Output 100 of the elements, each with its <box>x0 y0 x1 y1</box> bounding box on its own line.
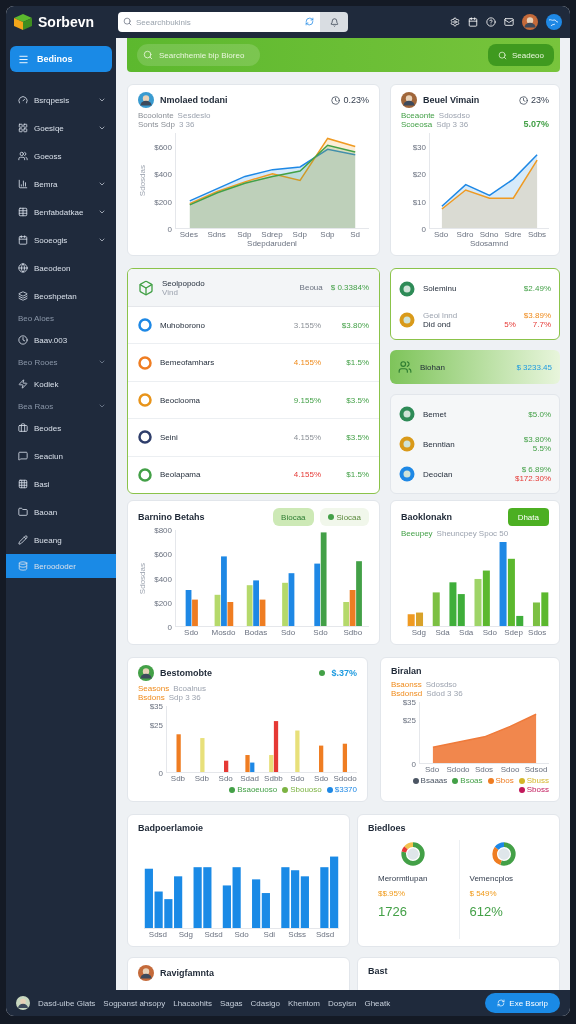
legend-key: Seasons <box>138 684 170 693</box>
legend-key: Sonts Sdp <box>138 120 175 129</box>
menu-button[interactable]: Bedinos <box>10 46 112 72</box>
sidebar-item[interactable]: Baav.003 <box>6 326 116 354</box>
legend-text: Sbos <box>495 776 514 785</box>
stat-value: $ 6.89% <box>521 465 551 474</box>
sidebar-item[interactable]: Kodiek <box>6 370 116 398</box>
banner-pill: Searchhemie bip Bioreo <box>137 44 261 66</box>
sidebar-label: Beroododer <box>34 561 77 571</box>
stat-value: 5.5% <box>532 444 551 453</box>
legend-key: Bceaonte <box>401 111 435 120</box>
ring-icon <box>138 430 152 445</box>
axis-label: $35 <box>402 697 416 707</box>
sidebar-item[interactable]: Bemra <box>6 170 116 198</box>
card-title: Baoklonakn <box>401 511 453 523</box>
table-icon <box>18 207 28 217</box>
axis-label: Sdsd <box>147 930 169 939</box>
sidebar-item[interactable]: Seaciun <box>6 442 116 470</box>
sidebar-item[interactable]: Bsrqpesis <box>6 86 116 114</box>
axis-label: Bodas <box>243 628 269 637</box>
row-value: $1.5% <box>345 358 369 368</box>
axis-label: 0 <box>158 768 163 778</box>
calendar-icon[interactable] <box>468 17 478 27</box>
bar <box>295 730 300 772</box>
highlight-bar[interactable]: Biohan $ 3233.45 <box>390 350 560 384</box>
row-name: Beoclooma <box>160 395 202 405</box>
axis-label: Sdo <box>312 628 329 637</box>
sidebar-label: Goeoss <box>34 151 63 161</box>
axis-label: Sdb <box>193 774 210 783</box>
axis-label: Sdi <box>262 930 277 939</box>
bar <box>203 867 212 928</box>
sidebar-item[interactable]: Baeodeon <box>6 254 116 282</box>
ring-icon <box>138 318 152 333</box>
stat-value: $2.49% <box>523 284 551 293</box>
sidebar-item[interactable]: Beoshpetan <box>6 282 116 310</box>
axis-label: $25 <box>149 720 163 730</box>
axis-label: 0 <box>167 224 172 234</box>
axis-label: $800 <box>154 525 172 535</box>
footer-link[interactable]: Khentom <box>287 998 320 1008</box>
list-row[interactable]: Beoclooma 9.155% $3.5% <box>128 381 379 420</box>
list-row[interactable]: Beolapama 4.155% $1.5% <box>128 456 379 493</box>
settings-icon[interactable] <box>450 17 460 27</box>
footer-link[interactable]: Sagas <box>219 998 243 1008</box>
sidebar-item[interactable]: Beodes <box>6 414 116 442</box>
sidebar-item[interactable]: Goeoss <box>6 142 116 170</box>
legend-text: 3 36 <box>178 120 195 129</box>
search-icon <box>143 50 153 60</box>
axis-title: Sdosdas <box>138 562 147 595</box>
metric-change: $ 549% <box>469 889 498 898</box>
list-row[interactable]: Seini 4.155% $3.5% <box>128 419 379 457</box>
footer-link[interactable]: Dasd-uibe Glats <box>38 998 96 1008</box>
row-name: Soleminu <box>423 284 458 293</box>
sidebar-item[interactable]: Goesiqe <box>6 114 116 142</box>
sidebar-label: Bueang <box>34 535 63 545</box>
footer-link[interactable]: Dosyisn <box>327 998 357 1008</box>
sidebar-label: Baav.003 <box>34 335 69 345</box>
bell-icon <box>329 17 339 27</box>
bar <box>342 743 348 772</box>
list-row[interactable]: Muhoborono 3.155% $3.80% <box>128 307 379 345</box>
legend-text: Bsoas <box>460 776 483 785</box>
metric-value: 1726 <box>378 904 408 919</box>
footer-link[interactable]: Gheatk <box>364 998 391 1008</box>
toggle-button[interactable]: Siocaa <box>319 508 369 526</box>
list-row[interactable]: Bemeofamhars 4.155% $1.5% <box>128 344 379 382</box>
help-icon[interactable] <box>486 17 496 27</box>
legend-text: Sboss <box>526 785 549 794</box>
card-title: Nmolaed todani <box>160 94 229 106</box>
legend-text: Sdp 3 36 <box>436 120 469 129</box>
users-icon <box>398 360 412 374</box>
sidebar-item[interactable]: Benfabdatkae <box>6 198 116 226</box>
section-label: Beo Rooes <box>18 357 59 367</box>
toggle-button[interactable]: Biocaa <box>273 508 314 526</box>
search-field[interactable]: Seearchbukinis <box>118 12 320 32</box>
list-title: Seolpopodo <box>162 278 206 288</box>
axis-label: Sdo <box>313 774 330 783</box>
notification-button[interactable] <box>320 12 348 32</box>
footer-link[interactable]: Lhacaohits <box>173 998 212 1008</box>
sidebar-item[interactable]: Baoan <box>6 498 116 526</box>
axis-label: $35 <box>149 701 163 711</box>
axis-label: 0 <box>167 622 172 632</box>
sidebar-item[interactable]: Sooeogis <box>6 226 116 254</box>
menu-icon <box>18 53 29 65</box>
avatar <box>401 92 417 108</box>
axis-label: Sdre <box>503 230 523 239</box>
legend-key: Bsdons <box>138 693 165 702</box>
sidebar-label: Sooeogis <box>34 235 69 245</box>
sidebar-item[interactable]: Basi <box>6 470 116 498</box>
change-value: 5.07% <box>523 119 549 129</box>
footer-button[interactable]: Exe Bsorip <box>485 993 560 1013</box>
footer-link[interactable]: Sogpanst ahsopy <box>103 998 166 1008</box>
axis-label: Sdbs <box>526 230 548 239</box>
coin-icon <box>399 436 415 452</box>
footer-link[interactable]: Cdasigo <box>250 998 280 1008</box>
search-button[interactable]: Seadeoo <box>487 44 554 66</box>
section-label: Beo Aloes <box>18 313 56 323</box>
mail-icon[interactable] <box>504 17 514 27</box>
sidebar-item[interactable]: Bueang <box>6 526 116 554</box>
donut-chart-drawing <box>399 840 428 868</box>
grid-icon <box>18 123 28 133</box>
legend-text: Sheuncpey Spoc 50 <box>436 529 509 538</box>
